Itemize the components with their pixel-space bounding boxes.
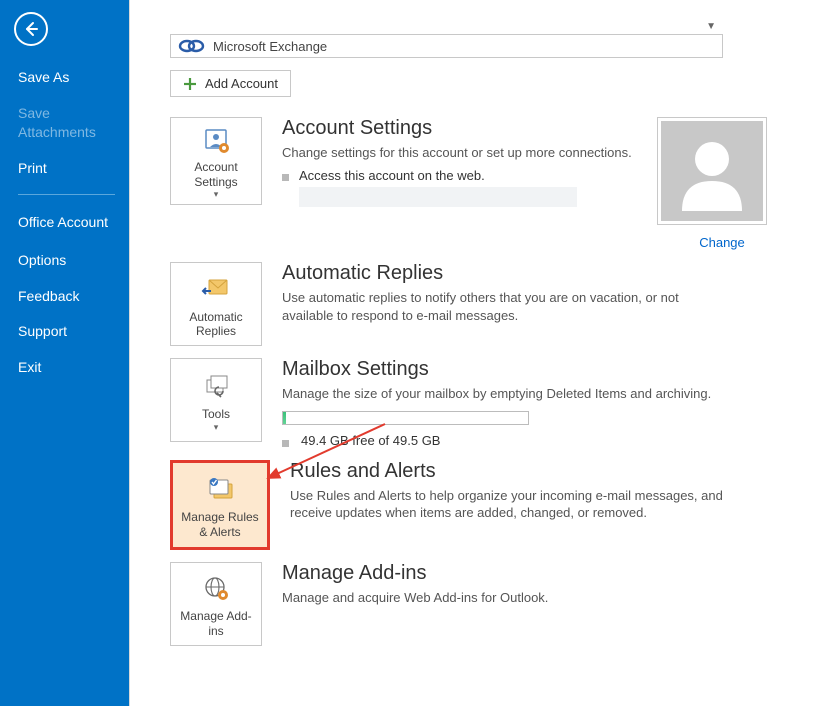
section-title: Rules and Alerts <box>290 460 787 483</box>
tools-icon <box>201 369 231 405</box>
change-avatar-link[interactable]: Change <box>657 235 787 250</box>
bullet-icon <box>282 440 289 447</box>
section-desc: Use Rules and Alerts to help organize yo… <box>290 487 730 522</box>
avatar-placeholder-icon <box>661 121 763 221</box>
backstage-sidebar: Save As Save Attachments Print Office Ac… <box>0 0 129 706</box>
arrow-left-icon <box>22 20 40 38</box>
chevron-down-icon: ▾ <box>214 422 219 433</box>
redacted-url <box>299 187 577 207</box>
account-type-icon <box>171 36 211 56</box>
nav-feedback[interactable]: Feedback <box>0 279 129 315</box>
main-panel: Microsoft Exchange ▼ Add Account Account… <box>129 0 817 706</box>
nav-office-account[interactable]: Office Account <box>0 203 129 243</box>
bullet-icon <box>282 174 289 181</box>
section-desc: Change settings for this account or set … <box>282 144 637 162</box>
tools-tile[interactable]: Tools ▾ <box>170 358 262 442</box>
mailbox-usage-fill <box>283 412 286 424</box>
chevron-down-icon: ▾ <box>214 189 219 200</box>
account-settings-tile[interactable]: Account Settings ▾ <box>170 117 262 205</box>
section-account-settings: Account Settings ▾ Account Settings Chan… <box>170 117 787 250</box>
section-title: Manage Add-ins <box>282 562 787 585</box>
avatar-frame <box>657 117 767 225</box>
nav-exit[interactable]: Exit <box>0 350 129 386</box>
account-selector-label: Microsoft Exchange <box>211 39 327 54</box>
section-desc: Use automatic replies to notify others t… <box>282 289 722 324</box>
section-rules-alerts: Manage Rules & Alerts Rules and Alerts U… <box>170 460 787 550</box>
nav-support[interactable]: Support <box>0 314 129 350</box>
section-automatic-replies: Automatic Replies Automatic Replies Use … <box>170 262 787 346</box>
web-access-link-text: Access this account on the web. <box>299 168 485 183</box>
nav-print[interactable]: Print <box>0 151 129 187</box>
section-mailbox-settings: Tools ▾ Mailbox Settings Manage the size… <box>170 358 787 448</box>
mailbox-usage-bar <box>282 411 529 425</box>
automatic-replies-tile[interactable]: Automatic Replies <box>170 262 262 346</box>
manage-addins-tile[interactable]: Manage Add-ins <box>170 562 262 646</box>
manage-rules-alerts-tile[interactable]: Manage Rules & Alerts <box>170 460 270 550</box>
section-desc: Manage and acquire Web Add-ins for Outlo… <box>282 589 722 607</box>
tile-label: Automatic Replies <box>175 310 257 339</box>
section-desc: Manage the size of your mailbox by empty… <box>282 385 722 403</box>
automatic-replies-icon <box>201 272 231 308</box>
section-title: Account Settings <box>282 117 637 140</box>
back-button[interactable] <box>14 12 48 46</box>
account-selector[interactable]: Microsoft Exchange ▼ <box>170 34 723 58</box>
section-title: Mailbox Settings <box>282 358 787 381</box>
section-manage-addins: Manage Add-ins Manage Add-ins Manage and… <box>170 562 787 646</box>
tile-label: Manage Add-ins <box>175 609 257 638</box>
nav-options[interactable]: Options <box>0 243 129 279</box>
plus-icon <box>183 77 197 91</box>
nav-save-attachments: Save Attachments <box>0 96 129 151</box>
mailbox-free-text: 49.4 GB free of 49.5 GB <box>301 433 440 448</box>
section-title: Automatic Replies <box>282 262 787 285</box>
add-account-label: Add Account <box>205 76 278 91</box>
nav-save-as[interactable]: Save As <box>0 60 129 96</box>
tile-label: Tools <box>202 407 230 421</box>
tile-label: Manage Rules & Alerts <box>177 510 263 539</box>
dropdown-caret-icon: ▼ <box>706 21 716 32</box>
tile-label: Account Settings <box>175 160 257 189</box>
account-settings-icon <box>201 124 231 158</box>
nav-separator <box>18 194 115 195</box>
addins-icon <box>201 571 231 607</box>
rules-alerts-icon <box>204 472 236 508</box>
add-account-button[interactable]: Add Account <box>170 70 291 97</box>
